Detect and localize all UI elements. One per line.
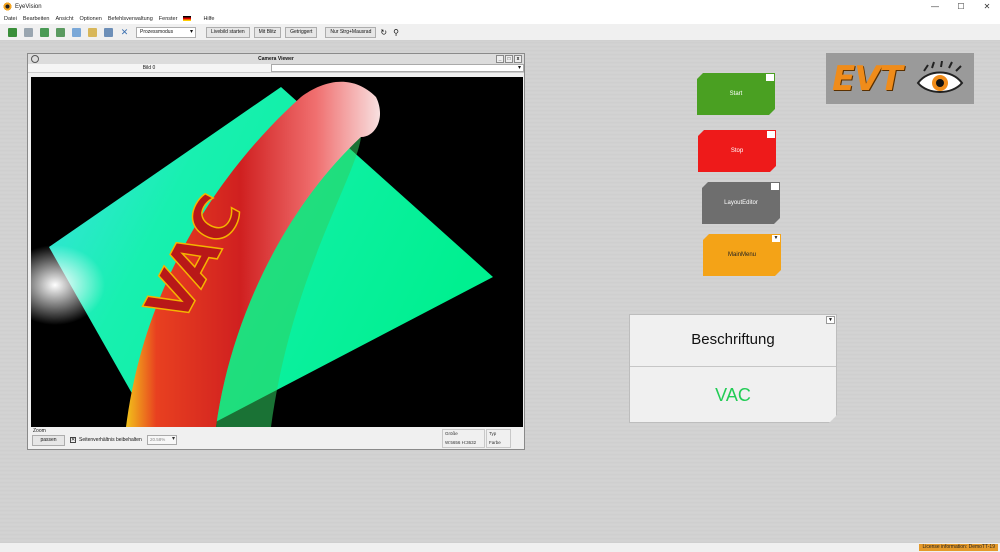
live-image-button[interactable]: Livebild starten [206,26,250,38]
main-menu-label: MainMenu [727,252,756,258]
window-title: EyeVision [15,3,42,10]
image-select[interactable] [271,64,524,72]
size-info: Größe W:5656 H:3632 [442,429,485,448]
stop-label: Stop [730,148,744,154]
camera-icon [31,55,39,63]
fit-button[interactable]: passen [32,435,65,446]
step-icon[interactable] [24,27,33,37]
toolbar: ✕ Prozessmodus Livebild starten Mit Blit… [0,24,1000,41]
type-info: Typ Farbe [486,429,511,448]
minimize-button[interactable]: — [922,0,948,13]
maximize-button[interactable]: ☐ [948,0,974,13]
size-value: W:5656 H:3632 [445,440,477,445]
export-icon[interactable] [56,27,65,37]
layout-editor-label: LayoutEditor [724,200,758,206]
type-value: Farbe [489,440,501,445]
stop-button[interactable]: Stop ▼ [698,130,776,172]
label-panel-menu-icon[interactable]: ▼ [826,316,835,324]
close-icon[interactable]: x [514,55,522,63]
size-label: Größe [445,431,458,436]
open-icon[interactable] [88,27,97,37]
menu-ansicht[interactable]: Ansicht [55,16,73,22]
camera-image[interactable]: VAC [31,77,523,427]
start-label: Start [729,91,743,97]
maximize-icon[interactable]: □ [505,55,513,63]
main-menu-button[interactable]: MainMenu ▼ [703,234,781,276]
mode-select[interactable]: Prozessmodus [136,26,196,38]
zoom-label: Zoom [33,428,46,434]
start-menu-icon[interactable]: ▼ [766,74,774,81]
delete-icon[interactable]: ✕ [120,27,129,37]
menu-bearbeiten[interactable]: Bearbeiten [23,16,50,22]
type-label: Typ [489,431,497,436]
title-bar: EyeVision — ☐ ✕ [0,0,1000,13]
app-eye-icon [3,2,12,11]
layout-editor-button[interactable]: LayoutEditor ▼ [702,182,780,224]
zoom-value-field[interactable]: 20.58% [147,435,177,445]
close-button[interactable]: ✕ [974,0,1000,13]
label-panel-value: VAC [715,385,751,405]
camera-viewer-titlebar[interactable]: Camera Viewer _ □ x [28,54,524,64]
menu-datei[interactable]: Datei [4,16,17,22]
camera-viewer-controls: _ □ x [495,55,522,63]
evt-logo-text: EVT [832,59,903,99]
label-panel-title: Beschriftung [630,315,836,367]
status-bar: License information: DemoTT-19 [0,543,1000,552]
image-header: Bild 0 [28,64,524,73]
main-menu-dropdown-icon[interactable]: ▼ [772,235,780,242]
evt-logo: EVT [826,53,974,104]
camera-viewer-title: Camera Viewer [258,56,294,62]
window-controls: — ☐ ✕ [922,0,1000,13]
refresh-icon[interactable]: ↻ [380,28,387,37]
layout-menu-icon[interactable]: ▼ [771,183,779,190]
language-flag-icon[interactable] [183,16,192,21]
start-button[interactable]: Start ▼ [697,73,775,115]
label-panel[interactable]: Beschriftung VAC ▼ [629,314,837,423]
minimize-icon[interactable]: _ [496,55,504,63]
new-icon[interactable] [72,27,81,37]
image-label: Bild 0 [142,65,156,71]
menu-befehlsverwaltung[interactable]: Befehlsverwaltung [108,16,153,22]
eye-logo-icon [916,61,964,93]
flash-button[interactable]: Mit Blitz [253,26,282,38]
stop-menu-icon[interactable]: ▼ [767,131,775,138]
menu-fenster[interactable]: Fenster [159,16,178,22]
menu-hilfe[interactable]: Hilfe [203,16,214,22]
triggered-button[interactable]: Getriggert [285,26,318,38]
copy-icon[interactable] [104,27,113,37]
heightmap-render: VAC [31,81,493,427]
zoom-icon[interactable]: ⚲ [393,28,399,37]
ctrl-wheel-button[interactable]: Nur Strg+Mausrad [325,26,377,38]
import-icon[interactable] [40,27,49,37]
menu-bar: Datei Bearbeiten Ansicht Optionen Befehl… [0,13,1000,24]
camera-viewer-window[interactable]: Camera Viewer _ □ x Bild 0 ▾ VAC Zoom pa… [27,53,525,450]
keep-aspect-label: Seitenverhältnis beibehalten [79,437,142,443]
checkbox-mark[interactable]: ✕ [70,437,76,443]
camera-viewer-footer: Zoom passen ✕ Seitenverhältnis beibehalt… [28,428,524,449]
menu-optionen[interactable]: Optionen [80,16,102,22]
license-info: License information: DemoTT-19 [919,544,998,551]
keep-aspect-checkbox[interactable]: ✕ Seitenverhältnis beibehalten [70,437,142,443]
run-icon[interactable] [8,27,17,37]
